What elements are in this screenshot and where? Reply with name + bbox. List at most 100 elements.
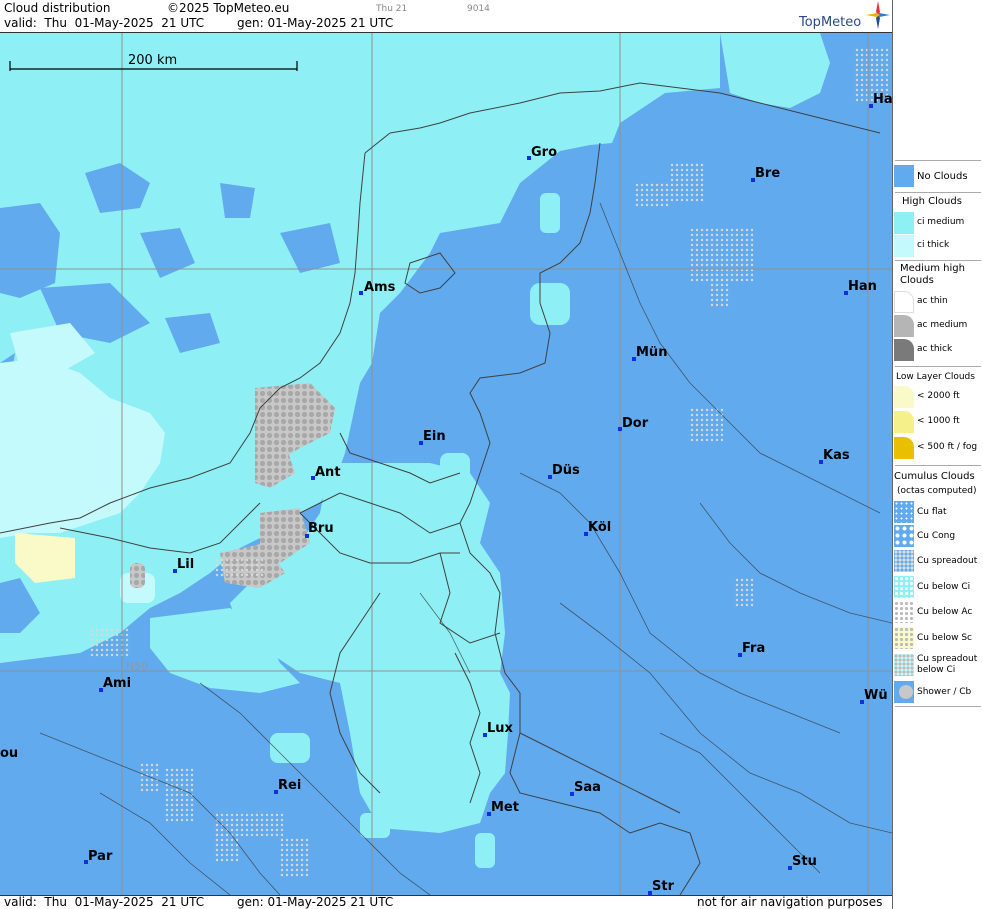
map-footer: valid: Thu 01-May-2025 21 UTC gen: 01-Ma… bbox=[0, 895, 892, 909]
legend-heading-medium: Medium high Clouds bbox=[900, 263, 965, 286]
header-run-code: 9014 bbox=[467, 4, 490, 14]
city-label[interactable]: Par bbox=[88, 849, 113, 864]
footer-valid-time: valid: Thu 01-May-2025 21 UTC bbox=[4, 895, 205, 909]
city-ant: Ant bbox=[311, 465, 341, 480]
city-label[interactable]: Fra bbox=[742, 641, 765, 656]
legend-label: Shower / Cb bbox=[917, 687, 972, 697]
disclaimer-text: not for air navigation purposes bbox=[697, 895, 883, 909]
city-label[interactable]: Mün bbox=[636, 345, 667, 360]
city-lil: Lil bbox=[173, 557, 194, 573]
city-han: Han bbox=[844, 279, 877, 295]
scale-bar-label: 200 km bbox=[128, 53, 177, 68]
legend-heading-cumulus: Cumulus Clouds bbox=[894, 471, 975, 482]
footer-generated-time: gen: 01-May-2025 21 UTC bbox=[237, 895, 394, 909]
city-label[interactable]: Met bbox=[491, 800, 519, 815]
legend-label: < 500 ft / fog bbox=[917, 442, 978, 452]
city-label[interactable]: Han bbox=[848, 279, 877, 294]
city-label[interactable]: Bru bbox=[308, 521, 334, 536]
header-time-code: Thu 21 bbox=[376, 4, 408, 14]
shower-cb-swatch bbox=[894, 681, 914, 703]
low-1000-swatch bbox=[894, 411, 914, 433]
city-ha: Ha bbox=[869, 92, 892, 108]
legend-label: ci thick bbox=[917, 240, 950, 250]
ac-medium-swatch bbox=[894, 315, 914, 337]
legend-label: Cu below Ac bbox=[917, 607, 973, 617]
legend-label: Cu Cong bbox=[917, 531, 956, 541]
city-ein: Ein bbox=[419, 429, 446, 445]
no-clouds-swatch bbox=[894, 165, 914, 187]
legend-label: Cu below Ci bbox=[917, 582, 971, 592]
city-label[interactable]: Saa bbox=[574, 780, 601, 795]
city-label[interactable]: Stu bbox=[792, 854, 817, 869]
city-ams: Ams bbox=[359, 280, 396, 295]
legend-subheading-cumulus: (octas computed) bbox=[897, 486, 977, 496]
legend-label: ac thin bbox=[917, 296, 948, 306]
city-label[interactable]: Wü bbox=[864, 688, 888, 703]
city-label[interactable]: Gro bbox=[531, 145, 557, 160]
city-kas: Kas bbox=[819, 448, 850, 464]
legend-heading-high: High Clouds bbox=[902, 196, 962, 207]
city-label[interactable]: Ant bbox=[315, 465, 341, 480]
map-title: Cloud distribution bbox=[4, 1, 111, 15]
legend-label: Cu below Sc bbox=[917, 633, 972, 643]
map-header: Cloud distribution ©2025 TopMeteo.eu Thu… bbox=[0, 0, 892, 33]
city-kol: Köl bbox=[584, 520, 611, 536]
city-label[interactable]: Dor bbox=[622, 416, 649, 431]
city-met: Met bbox=[487, 800, 519, 816]
low-2000-swatch bbox=[894, 386, 914, 408]
city-dus: Düs bbox=[548, 463, 580, 479]
city-ami: Ami bbox=[99, 676, 131, 692]
city-label[interactable]: Düs bbox=[552, 463, 580, 478]
city-label[interactable]: Köl bbox=[588, 520, 611, 535]
compass-star-logo-icon bbox=[866, 1, 890, 29]
city-stu: Stu bbox=[788, 854, 817, 870]
ci-medium-swatch bbox=[894, 212, 914, 234]
city-rei: Rei bbox=[274, 778, 301, 794]
cu-flat-swatch bbox=[894, 501, 914, 523]
legend-label: ac medium bbox=[917, 320, 968, 330]
city-saa: Saa bbox=[570, 780, 601, 796]
city-label[interactable]: Kas bbox=[823, 448, 850, 463]
cloud-map[interactable]: 200 km N50 Gro Bre Ha Ams Han Mün Ein Do… bbox=[0, 33, 892, 895]
city-label[interactable]: Rei bbox=[278, 778, 301, 793]
legend-label: No Clouds bbox=[917, 171, 968, 182]
legend-label: ac thick bbox=[917, 344, 953, 354]
city-label[interactable]: Str bbox=[652, 879, 675, 894]
city-label[interactable]: Ein bbox=[423, 429, 446, 444]
latitude-label: N50 bbox=[126, 660, 148, 673]
cu-spreadout-below-ci-swatch bbox=[894, 654, 914, 676]
cu-below-ac-swatch bbox=[894, 601, 914, 623]
city-gro: Gro bbox=[527, 145, 557, 160]
ac-thin-swatch bbox=[894, 291, 914, 313]
cu-below-sc-swatch bbox=[894, 627, 914, 649]
topmeteo-logo-text: TopMeteo bbox=[799, 15, 862, 30]
city-mun: Mün bbox=[632, 345, 667, 361]
ac-thick-swatch bbox=[894, 339, 914, 361]
shower-cloud-icon bbox=[899, 685, 913, 699]
ci-thick-swatch bbox=[894, 235, 914, 257]
city-wu: Wü bbox=[860, 688, 888, 704]
city-label[interactable]: Lux bbox=[487, 721, 514, 736]
legend-label: Cu spreadout bbox=[917, 556, 978, 566]
city-lux: Lux bbox=[483, 721, 514, 737]
city-label[interactable]: Bre bbox=[755, 166, 780, 181]
city-dor: Dor bbox=[618, 416, 649, 431]
city-label[interactable]: Ams bbox=[364, 280, 396, 295]
cu-below-ci-swatch bbox=[894, 576, 914, 598]
legend-label: ci medium bbox=[917, 217, 965, 227]
legend-label: < 2000 ft bbox=[917, 391, 960, 401]
city-str: Str bbox=[648, 879, 675, 895]
city-par: Par bbox=[84, 849, 113, 864]
generated-time: gen: 01-May-2025 21 UTC bbox=[237, 16, 394, 30]
city-bru: Bru bbox=[305, 521, 334, 538]
city-label[interactable]: Lil bbox=[177, 557, 194, 572]
copyright-text: ©2025 TopMeteo.eu bbox=[167, 1, 290, 15]
city-fra: Fra bbox=[738, 641, 765, 657]
city-label[interactable]: Ha bbox=[873, 92, 892, 107]
valid-time: valid: Thu 01-May-2025 21 UTC bbox=[4, 16, 205, 30]
legend-label: < 1000 ft bbox=[917, 416, 960, 426]
cu-cong-swatch bbox=[894, 525, 914, 547]
city-label[interactable]: Ami bbox=[103, 676, 131, 691]
city-bre: Bre bbox=[751, 166, 780, 182]
city-label[interactable]: ou bbox=[0, 746, 18, 761]
